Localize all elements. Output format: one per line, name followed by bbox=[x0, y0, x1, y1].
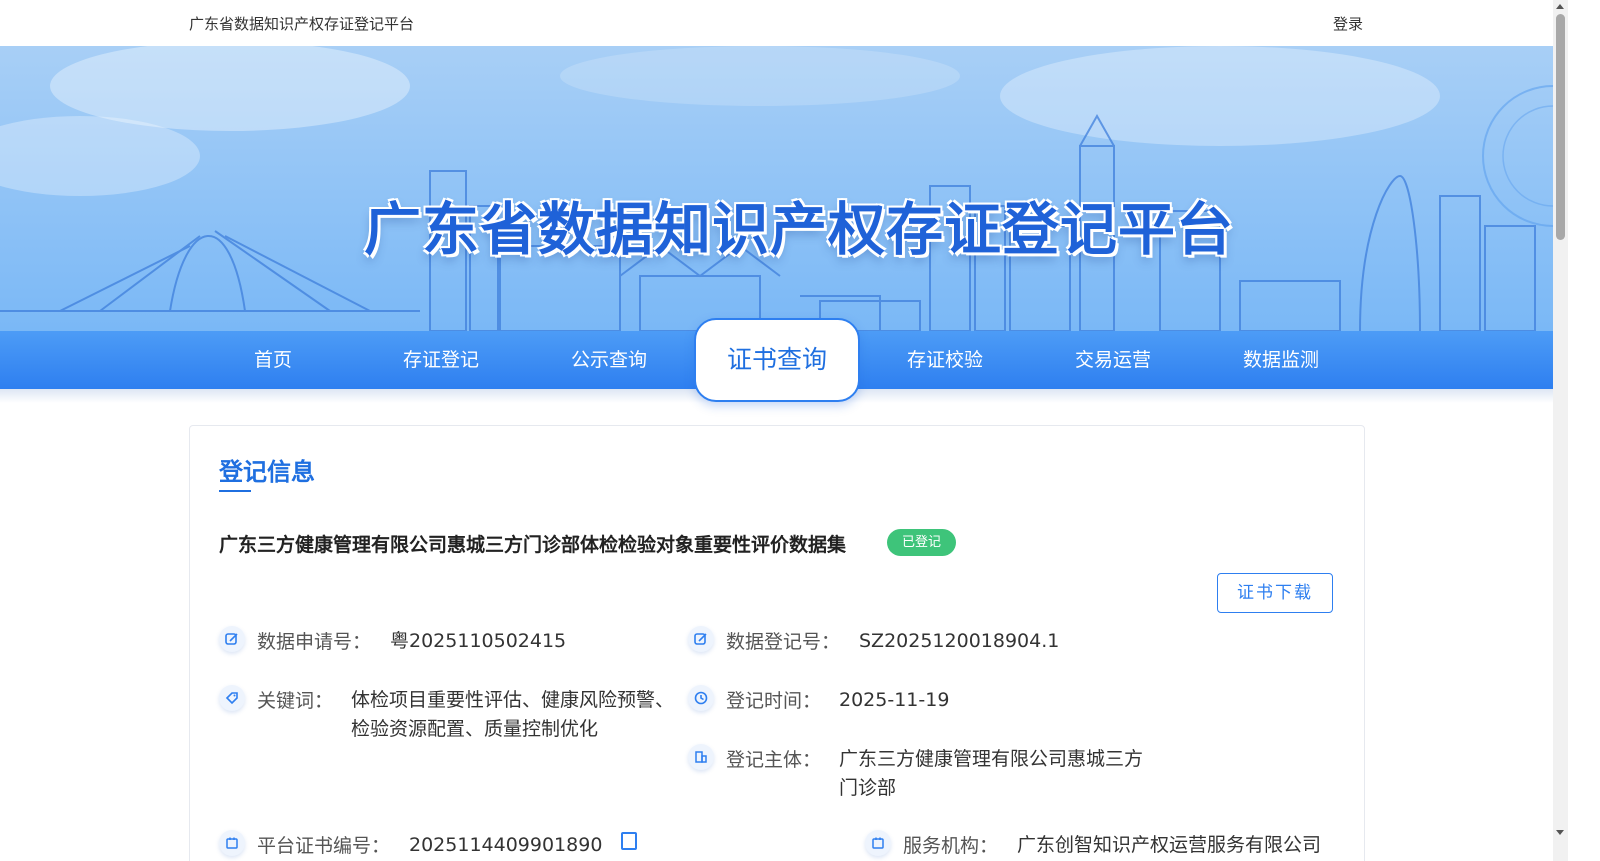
field-label: 平台证书编号： bbox=[257, 835, 391, 857]
field-value: 2025114409901890 bbox=[409, 834, 603, 856]
section-underline bbox=[219, 490, 251, 492]
copy-icon[interactable] bbox=[621, 832, 637, 850]
scroll-down-arrow-icon[interactable] bbox=[1556, 830, 1564, 835]
edit-icon bbox=[219, 626, 245, 652]
registration-info-card: 登记信息 广东三方健康管理有限公司惠城三方门诊部体检检验对象重要性评价数据集 已… bbox=[189, 425, 1365, 861]
field-value: 广东三方健康管理有限公司惠城三方门诊部 bbox=[839, 748, 1144, 799]
building-icon bbox=[688, 744, 714, 770]
clock-icon bbox=[688, 685, 714, 711]
field-value: 体检项目重要性评估、健康风险预警、检验资源配置、质量控制优化 bbox=[351, 689, 675, 740]
nav-item-data-monitor[interactable]: 数据监测 bbox=[1197, 331, 1365, 389]
scroll-up-arrow-icon[interactable] bbox=[1556, 4, 1564, 9]
nav-item-certificate-query[interactable]: 证书查询 bbox=[694, 318, 860, 402]
nav-item-home[interactable]: 首页 bbox=[189, 331, 357, 389]
calendar-icon bbox=[865, 830, 891, 856]
field-label: 数据登记号： bbox=[726, 631, 841, 653]
banner-title: 广东省数据知识产权存证登记平台 bbox=[364, 197, 1234, 263]
calendar-icon bbox=[219, 830, 245, 856]
tag-icon bbox=[219, 685, 245, 711]
banner: 广东省数据知识产权存证登记平台 bbox=[0, 46, 1553, 331]
field-label: 数据申请号： bbox=[257, 631, 372, 653]
nav-item-deposit-verify[interactable]: 存证校验 bbox=[861, 331, 1029, 389]
field-label: 登记时间： bbox=[726, 690, 822, 712]
field-service-org: 服务机构： 广东创智知识产权运营服务有限公司 bbox=[865, 830, 1345, 860]
nav-item-trade-operation[interactable]: 交易运营 bbox=[1029, 331, 1197, 389]
field-value: 广东创智知识产权运营服务有限公司 bbox=[1017, 834, 1322, 856]
field-certificate-no: 平台证书编号： 2025114409901890 bbox=[219, 830, 679, 860]
site-name: 广东省数据知识产权存证登记平台 bbox=[189, 15, 415, 33]
field-keywords: 关键词： 体检项目重要性评估、健康风险预警、检验资源配置、质量控制优化 bbox=[219, 685, 679, 745]
field-value: 2025-11-19 bbox=[839, 689, 950, 711]
section-title: 登记信息 bbox=[219, 458, 315, 486]
edit-icon bbox=[688, 626, 714, 652]
field-label: 登记主体： bbox=[726, 749, 822, 771]
scroll-thumb[interactable] bbox=[1556, 14, 1565, 240]
field-application-no: 数据申请号： 粤2025110502415 bbox=[219, 626, 679, 656]
field-value: 粤2025110502415 bbox=[390, 630, 567, 652]
field-registration-time: 登记时间： 2025-11-19 bbox=[688, 685, 1148, 715]
scrollbar[interactable] bbox=[1553, 0, 1568, 861]
field-registrant: 登记主体： 广东三方健康管理有限公司惠城三方门诊部 bbox=[688, 744, 1168, 804]
record-title: 广东三方健康管理有限公司惠城三方门诊部体检检验对象重要性评价数据集 bbox=[219, 534, 847, 556]
login-link[interactable]: 登录 bbox=[1333, 13, 1363, 34]
nav-item-deposit-register[interactable]: 存证登记 bbox=[357, 331, 525, 389]
top-bar: 广东省数据知识产权存证登记平台 登录 bbox=[0, 0, 1553, 46]
field-label: 服务机构： bbox=[903, 835, 999, 857]
status-badge: 已登记 bbox=[887, 529, 956, 556]
field-value: SZ2025120018904.1 bbox=[859, 630, 1060, 652]
field-registration-no: 数据登记号： SZ2025120018904.1 bbox=[688, 626, 1148, 656]
nav-item-public-query[interactable]: 公示查询 bbox=[525, 331, 693, 389]
certificate-download-button[interactable]: 证书下载 bbox=[1217, 573, 1333, 613]
field-label: 关键词： bbox=[257, 690, 334, 712]
